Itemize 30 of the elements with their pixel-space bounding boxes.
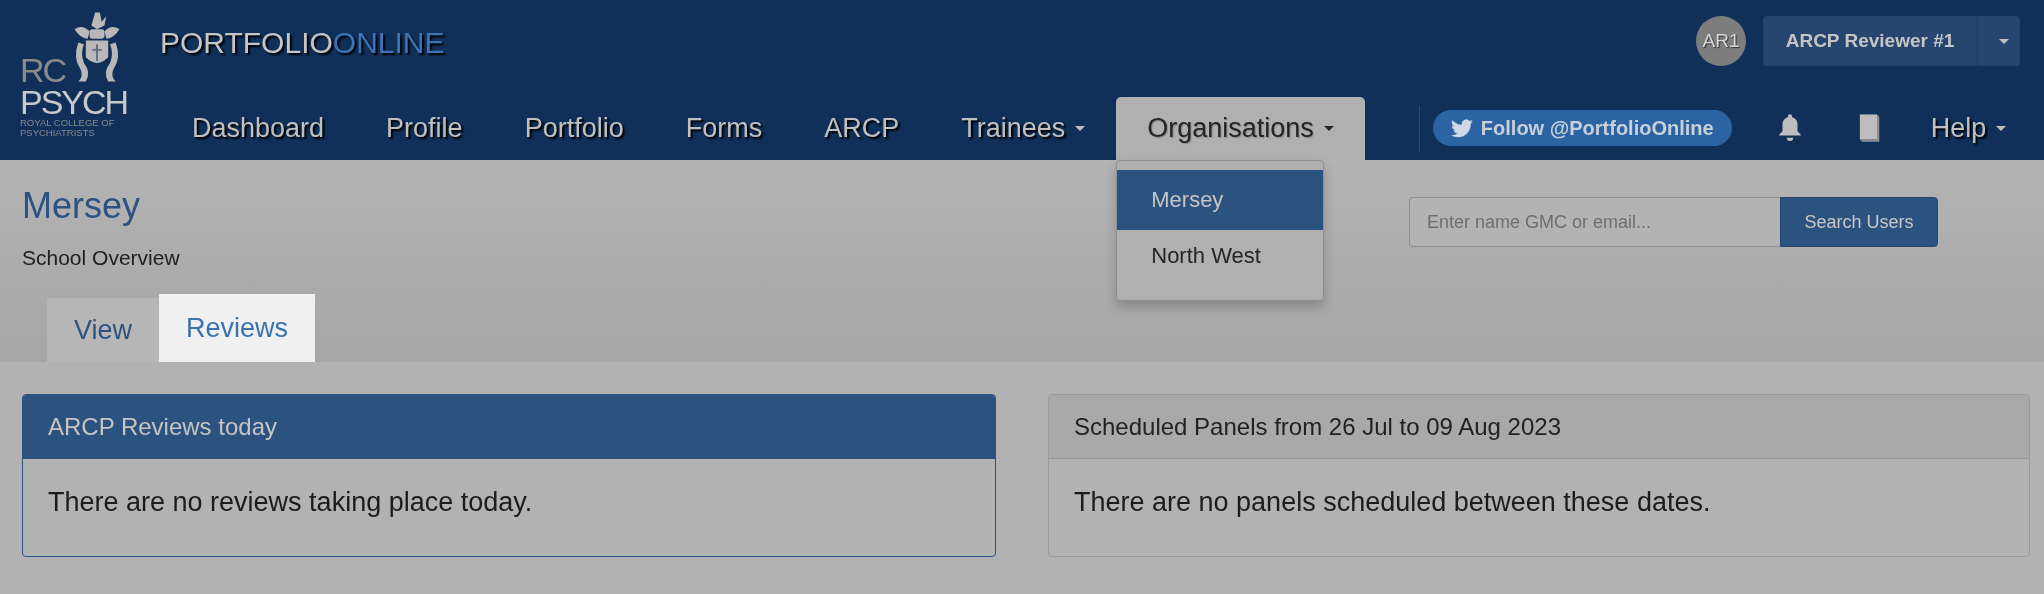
- help-menu[interactable]: Help: [1930, 97, 2007, 160]
- logo-text: ROYAL COLLEGE OF: [20, 118, 116, 128]
- bird-icon: [1450, 118, 1473, 138]
- nav-item[interactable]: Organisations: [1116, 97, 1365, 160]
- nav-item[interactable]: Portfolio: [493, 97, 655, 160]
- logo-text: PSYCH: [20, 86, 129, 118]
- logo-text: RC: [20, 54, 66, 86]
- panel-message: There are no panels scheduled between these dates.: [1074, 487, 1711, 517]
- panel-title: Scheduled Panels from 26 Jul to 09 Aug 2023: [1074, 412, 1561, 441]
- brand-title[interactable]: PORTFOLIOONLINE: [160, 26, 445, 60]
- search-field[interactable]: Enter name GMC or email...: [1409, 197, 1780, 247]
- panel-title: ARCP Reviews today: [48, 413, 277, 441]
- nav-item[interactable]: Profile: [355, 97, 494, 160]
- dropdown-item[interactable]: North West: [1117, 230, 1324, 282]
- twitter-follow-button[interactable]: Follow @PortfolioOnline: [1432, 110, 1732, 146]
- user-dropdown-toggle[interactable]: [1977, 16, 2020, 66]
- logo-text: PSYCHIATRISTS: [20, 128, 96, 138]
- user-menu-button[interactable]: ARCP Reviewer #1: [1763, 16, 1977, 66]
- page-title: Mersey: [22, 186, 141, 226]
- nav-item[interactable]: Forms: [654, 97, 794, 160]
- tab[interactable]: Reviews: [159, 294, 316, 362]
- bell-icon[interactable]: [1776, 112, 1803, 142]
- search-button[interactable]: Search Users: [1780, 197, 1938, 247]
- dropdown-item[interactable]: Mersey: [1117, 170, 1324, 230]
- nav-item[interactable]: Dashboard: [161, 97, 356, 160]
- nav-item[interactable]: Trainees: [930, 97, 1117, 160]
- nav-item[interactable]: ARCP: [793, 97, 931, 160]
- panel-message: There are no reviews taking place today.: [48, 487, 533, 517]
- page-subtitle: School Overview: [22, 246, 180, 270]
- tab[interactable]: View: [47, 298, 160, 362]
